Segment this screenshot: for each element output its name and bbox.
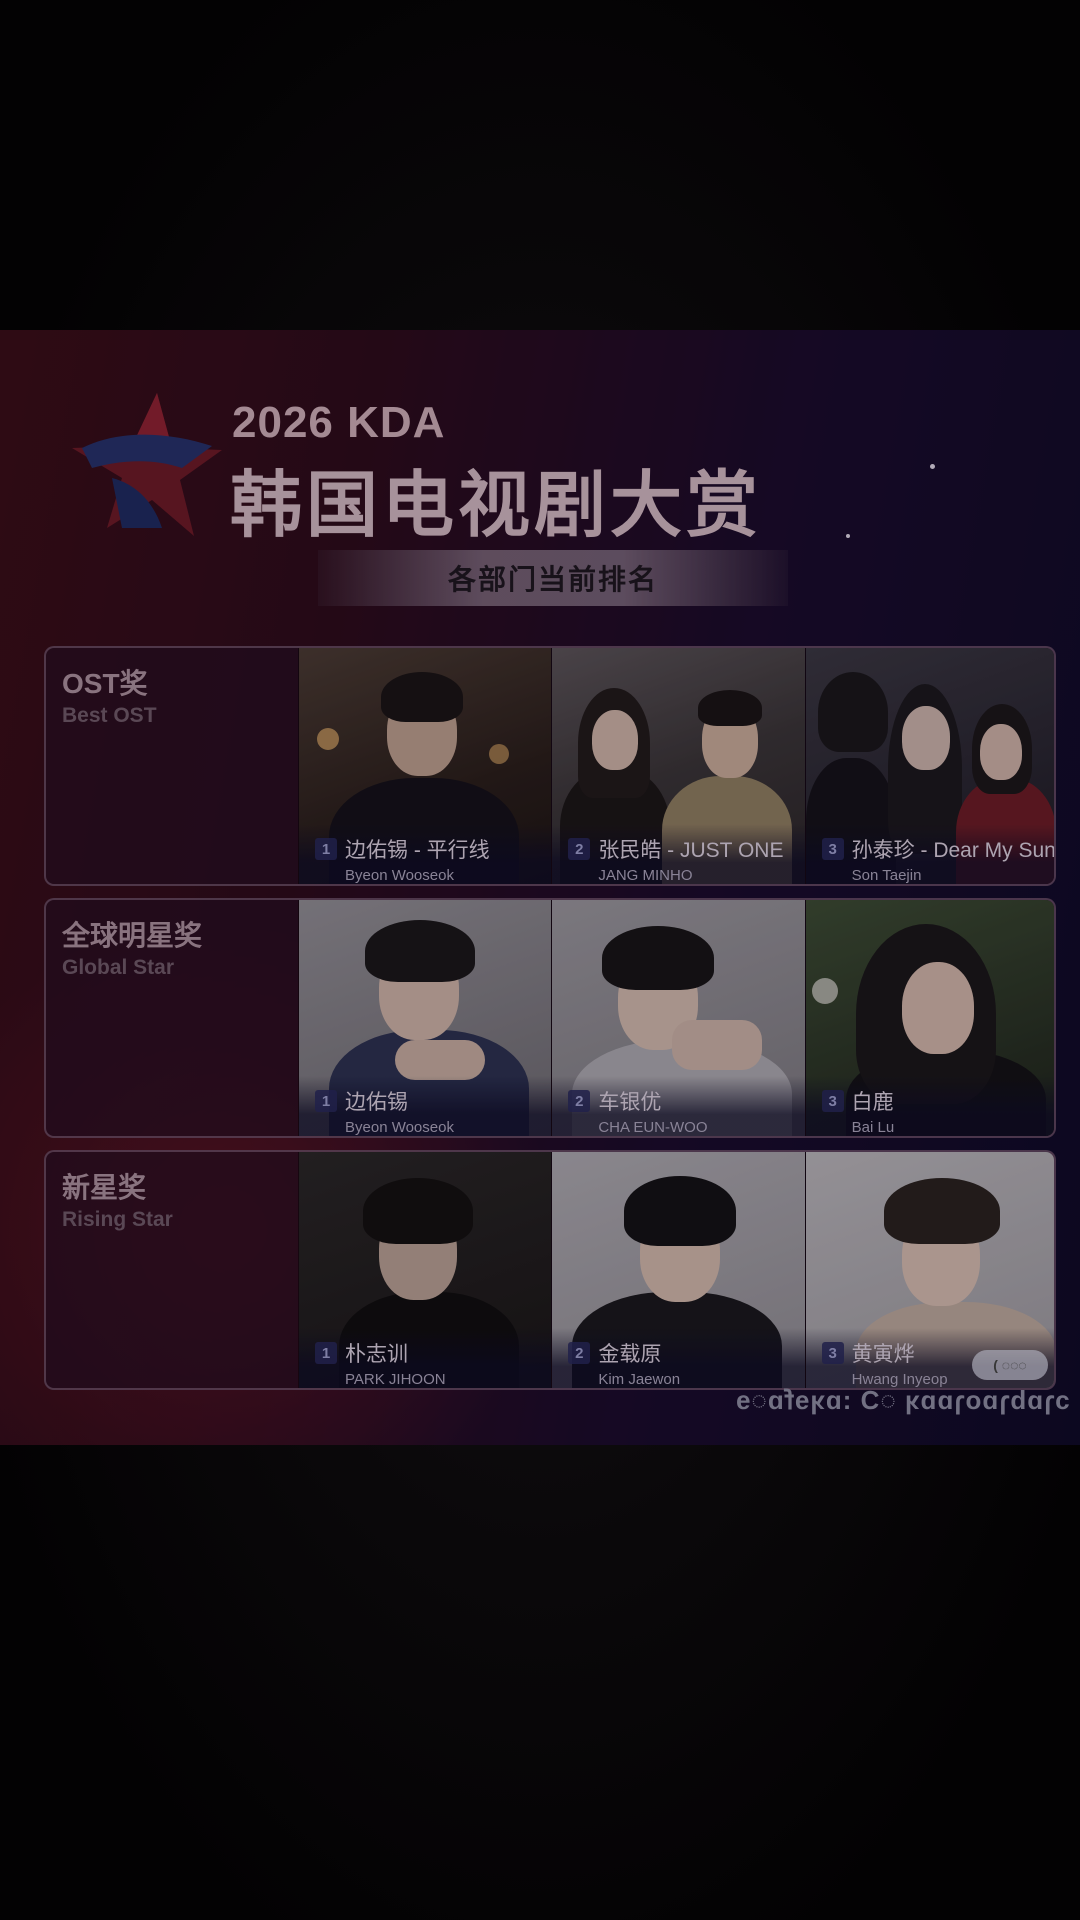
nominee-name: 黄寅烨 (851, 1343, 915, 1366)
nominee-card[interactable]: 3 孙泰珍 - Dear My Sun Son Taejin (804, 648, 1056, 884)
nominee-list: 1 朴志训 PARK JIHOON 2 金载原 Kim Jaewon 3 黄寅烨… (298, 1152, 1054, 1388)
year-title: 2026 KDA (232, 398, 446, 447)
category-label: 全球明星奖 Global Star (62, 914, 202, 980)
nominee-card[interactable]: 3 白鹿 Bai Lu (804, 900, 1054, 1136)
rank-badge: 3 (821, 1090, 844, 1112)
nominee-card[interactable]: 1 边佑锡 - 平行线 Byeon Wooseok (298, 648, 552, 884)
subtitle-banner: 各部门当前排名 (318, 550, 788, 606)
nominee-name-en: JANG MINHO (598, 867, 693, 884)
mirrored-footer-text: ɔɿɒbɿɒoɿɒɒʞ ◌Ɔ :ɒʞɘ𝖿ɒ◌ɘ (735, 1385, 1070, 1415)
nominee-name-en: Bai Lu (851, 1119, 895, 1136)
nominee-list: 1 边佑锡 - 平行线 Byeon Wooseok 2 张民皓 - JUST O… (298, 648, 1056, 884)
nominee-name: 车银优 (598, 1091, 662, 1114)
rank-badge: 2 (568, 838, 591, 860)
nominee-card[interactable]: 2 车银优 CHA EUN-WOO (551, 900, 805, 1136)
rank-badge: 2 (568, 1090, 591, 1112)
nominee-name: 孙泰珍 - Dear My Sun (851, 839, 1056, 862)
category-subtitle: Best OST (62, 704, 157, 727)
nominee-name: 边佑锡 (345, 1091, 408, 1114)
kda-star-logo (72, 393, 222, 536)
category-title: 新星奖 (62, 1172, 147, 1203)
category-subtitle: Rising Star (62, 1208, 173, 1231)
rank-badge: 1 (315, 838, 337, 860)
nominee-list: 1 边佑锡 Byeon Wooseok 2 车银优 CHA EUN-WOO 3 … (298, 900, 1054, 1136)
nominee-card[interactable]: 3 黄寅烨 Hwang Inyeop ( ◌◌◌ (804, 1152, 1054, 1388)
category-label: 新星奖 Rising Star (62, 1166, 173, 1232)
nominee-name: 朴志训 (345, 1343, 408, 1366)
nominee-name: 白鹿 (851, 1091, 894, 1114)
rank-badge: 3 (821, 838, 844, 860)
rank-badge: 1 (315, 1090, 337, 1112)
nominee-name-en: Kim Jaewon (598, 1371, 681, 1388)
nominee-card[interactable]: 1 朴志训 PARK JIHOON (298, 1152, 552, 1388)
sparkle (846, 534, 850, 538)
subtitle-text: 各部门当前排名 (447, 564, 658, 595)
nominee-name: 张民皓 - JUST ONE (598, 839, 784, 862)
nominee-name-en: Son Taejin (851, 867, 922, 884)
sparkle (930, 464, 935, 469)
nominee-name-en: CHA EUN-WOO (598, 1119, 708, 1136)
category-label: OST奖 Best OST (62, 662, 157, 728)
nominee-name: 边佑锡 - 平行线 (345, 839, 490, 862)
kda-poster: 2026 KDA 韩国电视剧大赏 各部门当前排名 OST奖 Best OST 1… (0, 330, 1080, 1445)
nominee-name: 金载原 (598, 1343, 662, 1366)
rank-badge: 2 (568, 1342, 591, 1364)
nominee-name-en: Byeon Wooseok (345, 867, 454, 884)
rank-badge: 3 (821, 1342, 844, 1364)
category-title: 全球明星奖 (62, 920, 203, 951)
main-title: 韩国电视剧大赏 (230, 466, 763, 546)
nominee-card[interactable]: 2 金载原 Kim Jaewon (551, 1152, 805, 1388)
category-row-rising-star[interactable]: 新星奖 Rising Star 1 朴志训 PARK JIHOON 2 金载原 … (44, 1150, 1056, 1390)
category-subtitle: Global Star (62, 956, 175, 979)
category-row-global-star[interactable]: 全球明星奖 Global Star 1 边佑锡 Byeon Wooseok 2 … (44, 898, 1056, 1138)
nominee-name-en: PARK JIHOON (345, 1371, 446, 1388)
rank-badge: 1 (315, 1342, 337, 1364)
nominee-card[interactable]: 1 边佑锡 Byeon Wooseok (298, 900, 552, 1136)
category-title: OST奖 (62, 668, 148, 699)
category-row-ost[interactable]: OST奖 Best OST 1 边佑锡 - 平行线 Byeon Wooseok (44, 646, 1056, 886)
nominee-card[interactable]: 2 张民皓 - JUST ONE JANG MINHO (551, 648, 805, 884)
pill-button[interactable]: ( ◌◌◌ (971, 1350, 1048, 1380)
nominee-name-en: Byeon Wooseok (345, 1119, 454, 1136)
